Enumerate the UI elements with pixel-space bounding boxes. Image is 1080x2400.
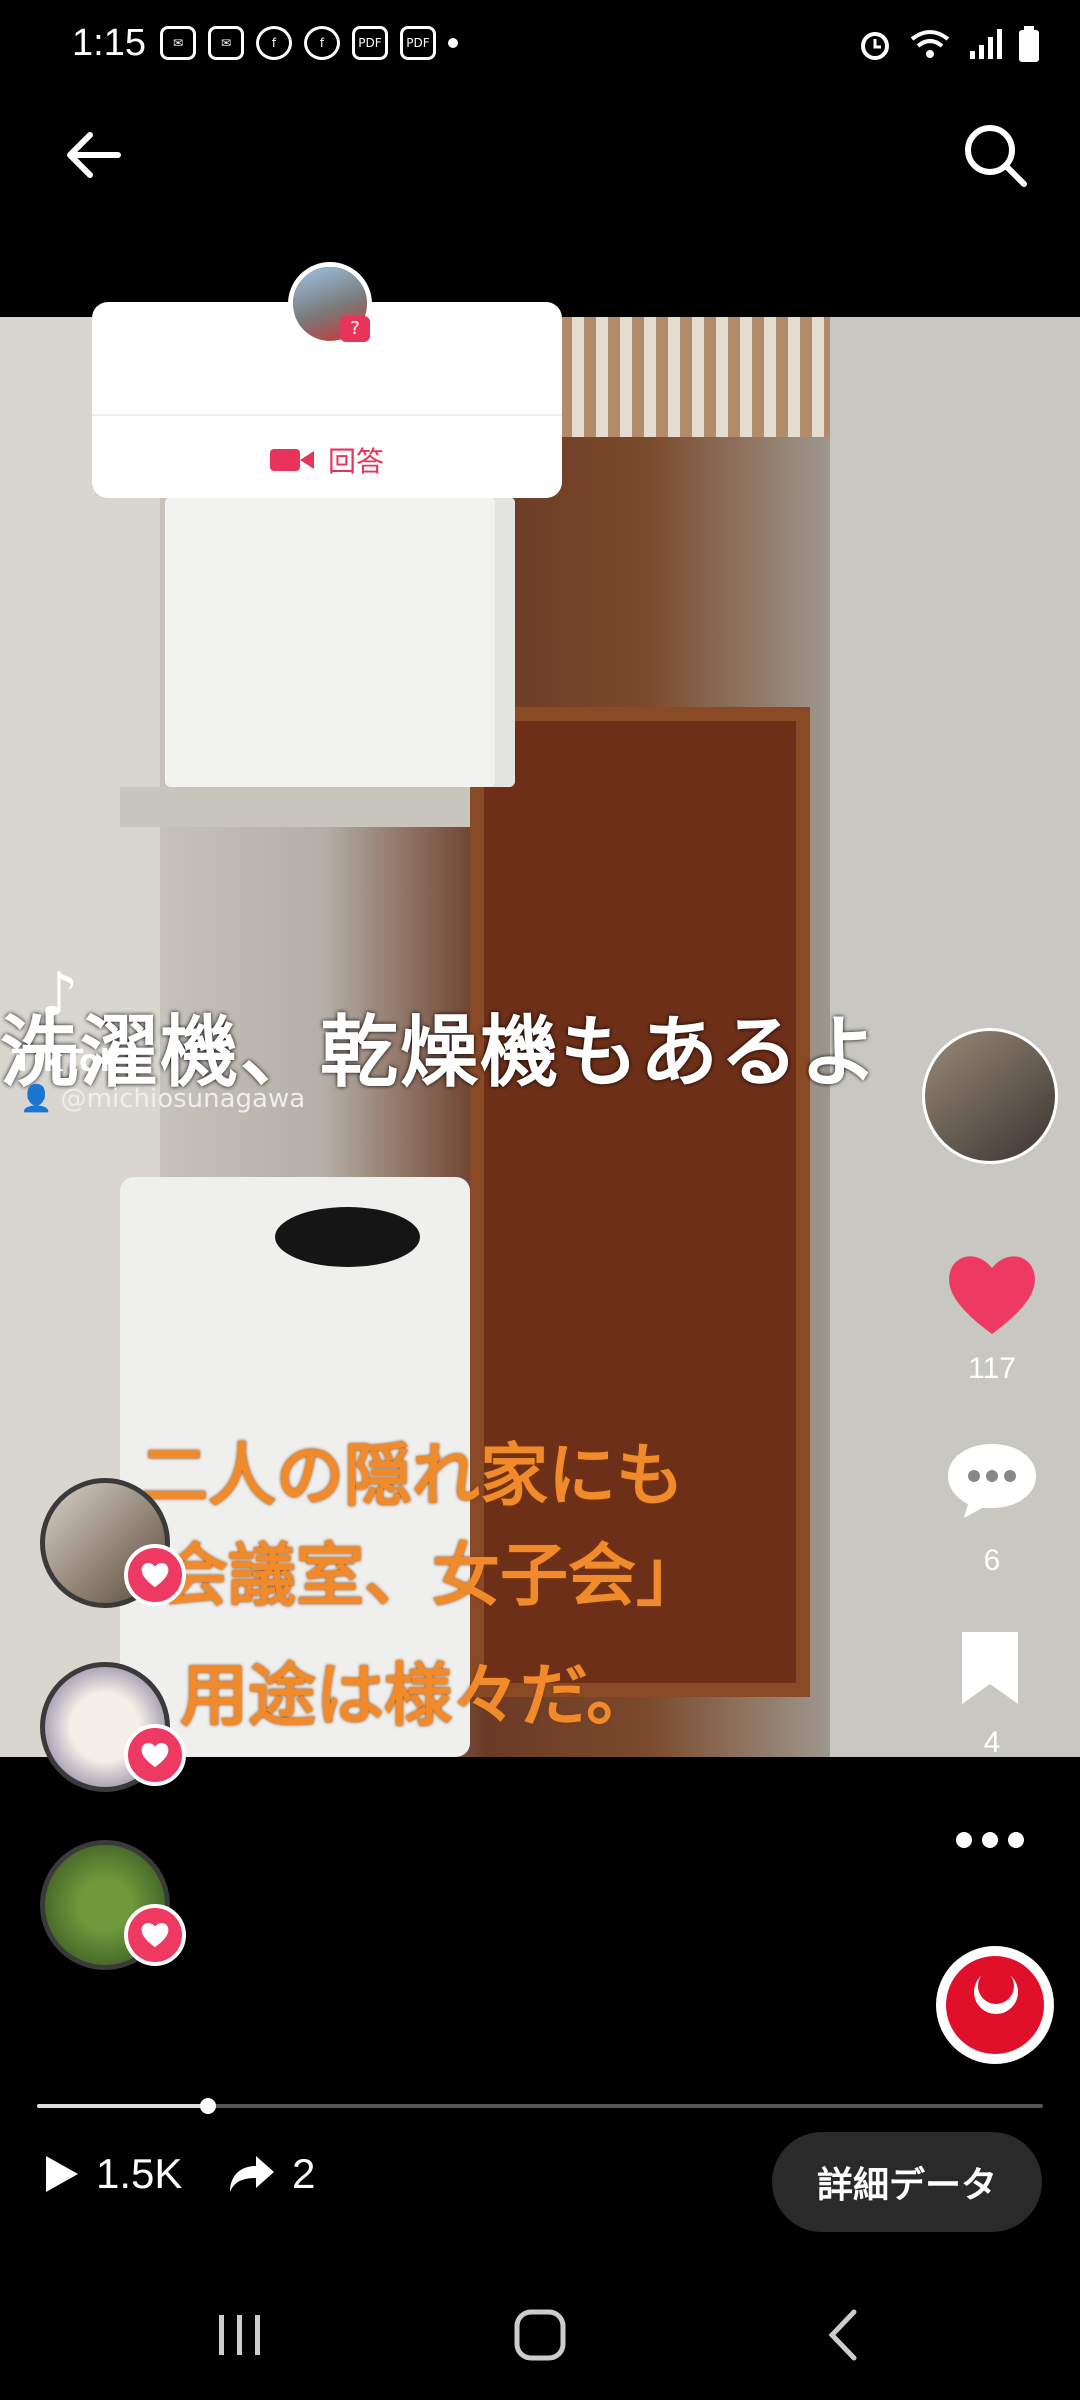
share-count-value: 2 (292, 2150, 316, 2197)
notification-icons: ✉ ✉ f f PDF PDF (160, 26, 458, 60)
search-icon[interactable] (960, 120, 1030, 190)
username-text: @michiosunagawa (60, 1084, 306, 1114)
video-camera-icon (269, 449, 314, 471)
video-scene-washer-lid (275, 1207, 420, 1267)
pdf-label: PDF (358, 36, 382, 50)
play-count-value: 1.5K (96, 2150, 183, 2197)
alarm-icon (861, 32, 889, 60)
play-icon (46, 2156, 78, 2192)
share-count[interactable]: 2 (228, 2150, 315, 2198)
status-time: 1:15 (72, 22, 146, 64)
progress-fill (37, 2104, 208, 2108)
progress-handle[interactable] (200, 2098, 216, 2114)
home-icon[interactable] (500, 2300, 580, 2370)
heart-badge-icon (124, 1904, 186, 1966)
video-scene-dryer (165, 497, 515, 787)
sound-disc-icon[interactable] (936, 1946, 1054, 2064)
heart-badge-icon (124, 1544, 186, 1606)
like-count: 117 (968, 1352, 1016, 1385)
question-divider (92, 414, 562, 416)
pdf-label: PDF (406, 36, 430, 50)
answer-label: 回答 (327, 445, 384, 478)
sound-disc-mark (974, 1968, 1018, 2014)
more-notifications-dot (448, 38, 458, 48)
video-caption-orange-line1: 二人の隠れ家にも (140, 1437, 685, 1516)
video-caption-orange-line3: 用途は様々だ。 (180, 1657, 654, 1736)
facebook-icon: f (304, 26, 340, 60)
recent-apps-icon[interactable] (200, 2300, 280, 2370)
pdf-icon: PDF (352, 26, 388, 60)
signal-icon (970, 29, 1002, 59)
question-badge-icon: ? (340, 316, 370, 342)
wifi-icon (910, 30, 950, 58)
arrow-left-icon[interactable] (60, 120, 130, 190)
comment-icon[interactable] (944, 1440, 1040, 1520)
comment-count: 6 (983, 1544, 1001, 1577)
question-text: 場所はどこですか？ (192, 360, 462, 395)
play-count: 1.5K (44, 2150, 182, 2198)
facebook-icon: f (256, 26, 292, 60)
bookmark-icon[interactable] (956, 1628, 1024, 1708)
video-scene-shelf (120, 787, 470, 827)
creator-avatar[interactable] (922, 1028, 1058, 1164)
more-options-icon[interactable] (956, 1832, 1026, 1856)
pdf-icon: PDF (400, 26, 436, 60)
messenger-icon: ✉ (208, 26, 244, 60)
save-count: 4 (983, 1726, 1001, 1759)
back-nav-icon[interactable] (804, 2300, 884, 2370)
messenger-icon: ✉ (160, 26, 196, 60)
tiktok-logo-icon: ♪ (40, 960, 79, 1030)
system-icons (858, 26, 1040, 62)
tiktok-watermark: TikTok (12, 1044, 120, 1079)
video-caption-orange-line2: 会議室、女子会」 (160, 1537, 705, 1616)
details-button[interactable]: 詳細データ (772, 2132, 1042, 2232)
answer-button[interactable]: 回答 (92, 440, 562, 480)
share-arrow-icon (230, 2156, 274, 2192)
heart-icon[interactable] (944, 1250, 1040, 1340)
watermark-username: 👤 @michiosunagawa (20, 1084, 306, 1114)
battery-icon (1019, 26, 1039, 62)
heart-badge-icon (124, 1724, 186, 1786)
